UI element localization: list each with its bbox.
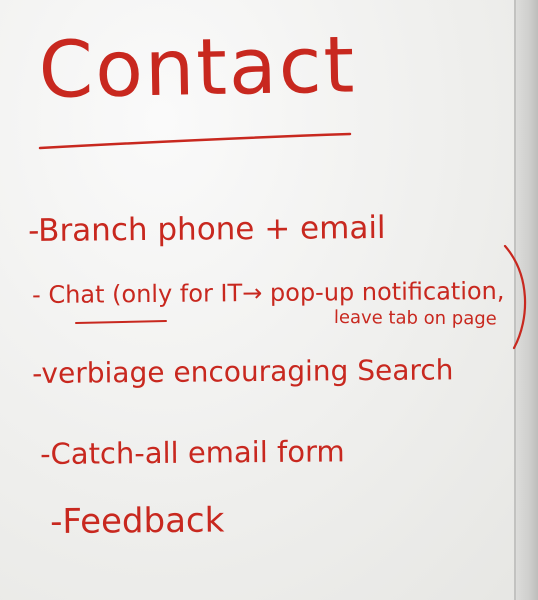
chat-underline — [75, 320, 167, 324]
title-underline — [38, 132, 352, 150]
list-item-email-form: -Catch-all email form — [39, 434, 345, 471]
closing-parenthesis — [503, 244, 527, 350]
list-item-chat: - Chat (only for IT→ pop-up notification… — [31, 276, 505, 309]
list-item-chat-note: leave tab on page — [333, 307, 497, 330]
list-item-verbiage-search: -verbiage encouraging Search — [31, 353, 454, 390]
whiteboard-title: Contact — [37, 20, 357, 116]
list-item-branch-phone-email: -Branch phone + email — [27, 209, 386, 249]
list-item-feedback: -Feedback — [49, 500, 225, 542]
